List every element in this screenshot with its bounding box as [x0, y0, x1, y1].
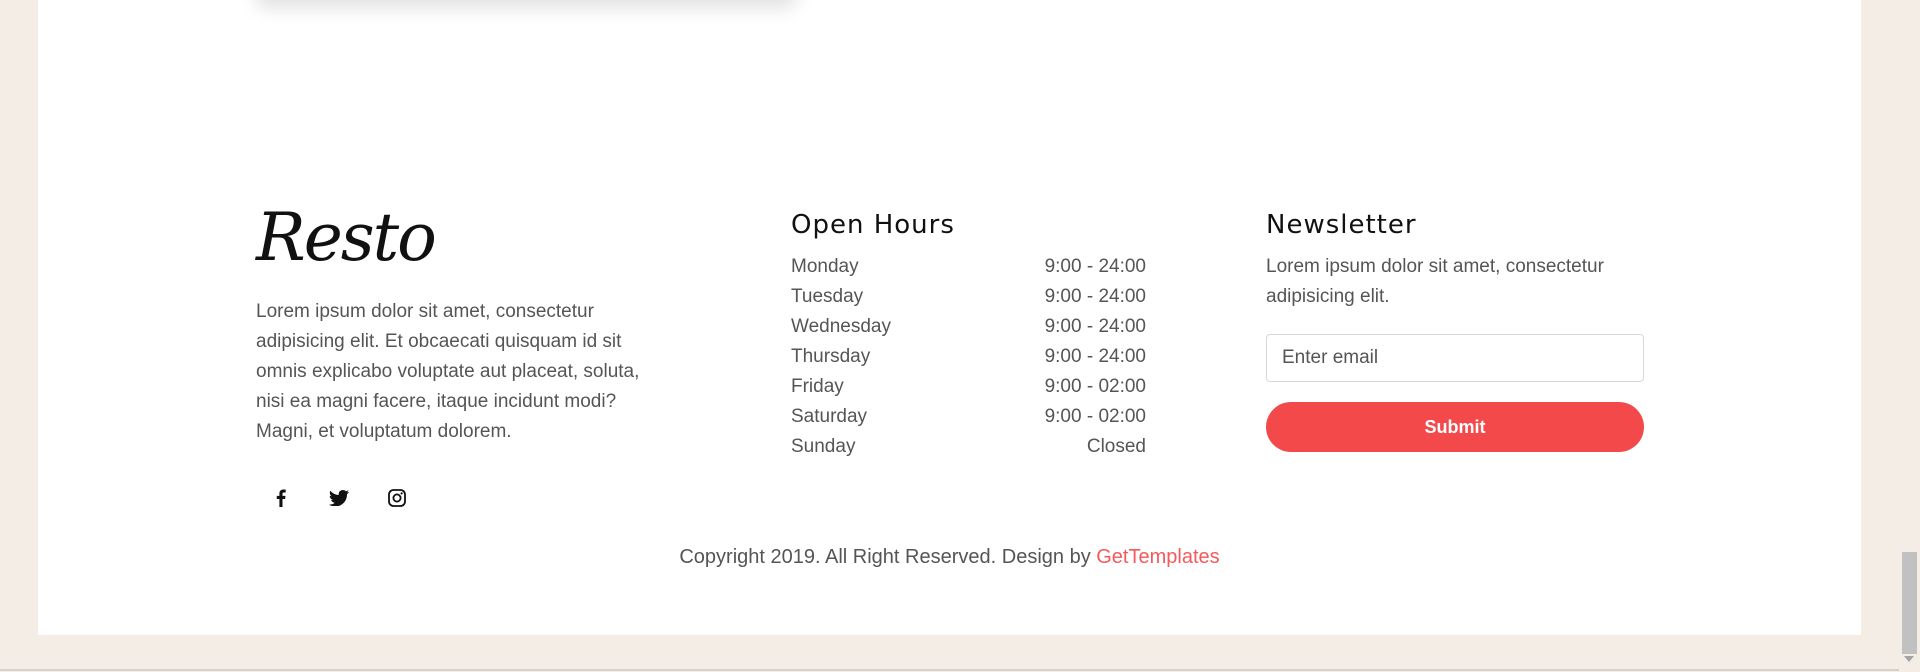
social-links	[256, 483, 646, 513]
submit-button[interactable]: Submit	[1266, 402, 1644, 452]
logo[interactable]: Resto	[256, 205, 646, 277]
facebook-icon[interactable]	[266, 483, 296, 513]
hours-day: Wednesday	[791, 316, 891, 337]
hours-row: Friday 9:00 - 02:00	[791, 372, 1146, 402]
hours-time: 9:00 - 24:00	[1044, 346, 1146, 367]
gettemplates-link[interactable]: GetTemplates	[1096, 546, 1219, 568]
copyright: Copyright 2019. All Right Reserved. Desi…	[38, 546, 1861, 569]
hours-day: Tuesday	[791, 286, 864, 307]
hours-day: Monday	[791, 256, 859, 277]
scrollbar[interactable]	[1899, 0, 1920, 672]
hours-row: Monday 9:00 - 24:00	[791, 252, 1146, 282]
about-text: Lorem ipsum dolor sit amet, consectetur …	[256, 301, 640, 442]
hours-row: Thursday 9:00 - 24:00	[791, 342, 1146, 372]
copyright-text: Copyright 2019. All Right Reserved. Desi…	[679, 546, 1097, 568]
email-field[interactable]	[1266, 334, 1644, 382]
twitter-icon[interactable]	[324, 483, 354, 513]
footer-brand-column: Resto Lorem ipsum dolor sit amet, consec…	[256, 205, 646, 513]
hours-time: Closed	[1086, 436, 1146, 457]
hours-time: 9:00 - 24:00	[1044, 256, 1146, 277]
scroll-down-arrow-icon[interactable]	[1904, 656, 1914, 662]
hours-time: 9:00 - 24:00	[1044, 316, 1146, 337]
newsletter-title: Newsletter	[1266, 210, 1417, 240]
page-content: Resto Lorem ipsum dolor sit amet, consec…	[38, 0, 1861, 635]
hours-row: Sunday Closed	[791, 432, 1146, 462]
hours-time: 9:00 - 02:00	[1044, 376, 1146, 397]
hours-row: Tuesday 9:00 - 24:00	[791, 282, 1146, 312]
hours-row: Saturday 9:00 - 02:00	[791, 402, 1146, 432]
scrollbar-thumb[interactable]	[1902, 552, 1917, 654]
hours-time: 9:00 - 24:00	[1044, 286, 1146, 307]
open-hours-title: Open Hours	[791, 210, 955, 240]
newsletter-column: Newsletter Lorem ipsum dolor sit amet, c…	[1266, 210, 1644, 452]
instagram-icon[interactable]	[382, 483, 412, 513]
hours-row: Wednesday 9:00 - 24:00	[791, 312, 1146, 342]
hours-day: Thursday	[791, 346, 871, 367]
hours-day: Saturday	[791, 406, 868, 427]
newsletter-text: Lorem ipsum dolor sit amet, consectetur …	[1266, 256, 1604, 307]
hours-time: 9:00 - 02:00	[1044, 406, 1146, 427]
window-bottom-border	[0, 669, 1899, 671]
open-hours-column: Open Hours Monday 9:00 - 24:00 Tuesday 9:0…	[791, 210, 1146, 462]
hours-day: Friday	[791, 376, 844, 397]
hours-list: Monday 9:00 - 24:00 Tuesday 9:00 - 24:00 W…	[791, 252, 1146, 462]
hours-day: Sunday	[791, 436, 856, 457]
